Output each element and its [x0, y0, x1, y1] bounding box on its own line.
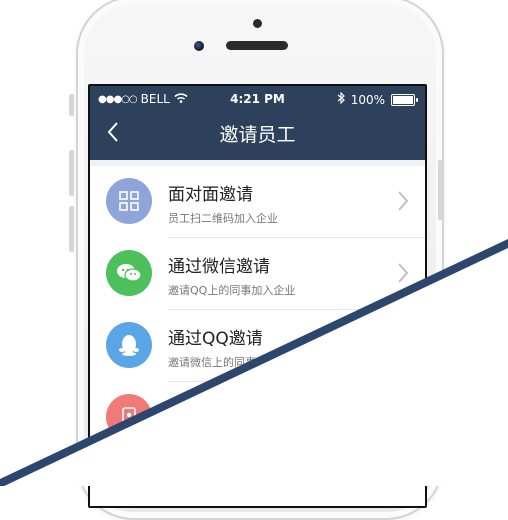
contacts-icon	[106, 394, 152, 440]
invite-options-list: 面对面邀请 员工扫二维码加入企业 通过微信邀请 邀请QQ上的同事加入企业 通过Q…	[90, 160, 425, 454]
battery-icon	[391, 93, 418, 106]
invite-face-to-face[interactable]: 面对面邀请 员工扫二维码加入企业	[90, 166, 425, 238]
item-title: 面对面邀请	[168, 185, 253, 205]
proximity-sensor	[253, 19, 262, 28]
page-title: 邀请员工	[219, 124, 296, 146]
wechat-icon	[106, 250, 152, 296]
front-camera	[194, 41, 204, 51]
item-subtitle: 员工扫二维码加入企业	[168, 212, 278, 225]
chevron-right-icon	[398, 191, 409, 211]
mute-switch	[69, 94, 74, 116]
chevron-right-icon	[398, 263, 409, 283]
item-title: 通过微信邀请	[168, 257, 270, 277]
volume-down-button	[69, 206, 74, 252]
battery-percent: 100%	[350, 92, 385, 107]
bluetooth-icon	[337, 91, 345, 107]
navigation-bar: ●●●○○ BELL 4:21 PM 100% 邀请员工	[90, 86, 425, 160]
item-subtitle: 邀请微信上的同事	[168, 356, 256, 369]
qr-code-icon	[106, 178, 152, 224]
invite-via-wechat[interactable]: 通过微信邀请 邀请QQ上的同事加入企业	[90, 238, 425, 310]
power-button	[438, 160, 443, 220]
status-right: 100%	[337, 91, 418, 107]
invite-via-qq[interactable]: 通过QQ邀请 邀请微信上的同事	[90, 310, 425, 382]
status-bar: ●●●○○ BELL 4:21 PM 100%	[90, 91, 425, 110]
item-title: 通过QQ邀请	[168, 329, 263, 349]
earpiece-speaker	[226, 41, 288, 50]
invite-from-contacts[interactable]	[90, 382, 425, 454]
item-subtitle: 邀请QQ上的同事加入企业	[168, 284, 296, 297]
qq-icon	[106, 322, 152, 368]
phone-screen: ●●●○○ BELL 4:21 PM 100% 邀请员工 面对面邀请 员工扫二维…	[88, 84, 427, 508]
volume-up-button	[69, 150, 74, 196]
